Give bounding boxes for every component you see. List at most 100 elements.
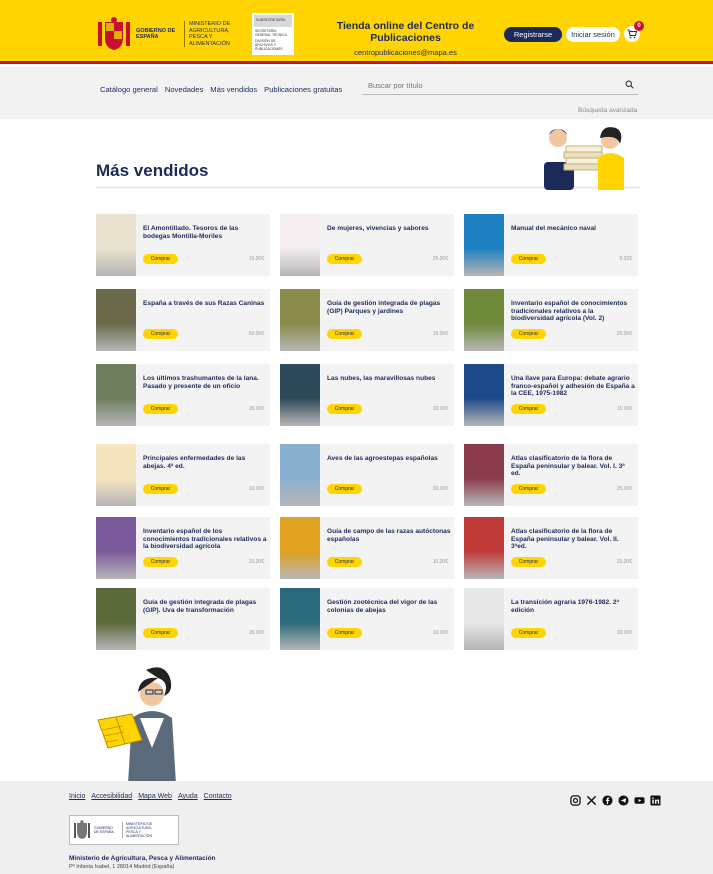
buy-button[interactable]: Comprar [511,404,546,414]
product-title[interactable]: De mujeres, vivencias y sabores [327,225,451,233]
book-cover[interactable] [280,588,320,650]
nav-item-catalogo[interactable]: Catálogo general [100,85,158,94]
buy-button[interactable]: Comprar [143,254,178,264]
product-title[interactable]: España a través de sus Razas Caninas [143,300,267,308]
product-title[interactable]: Las nubes, las maravillosas nubes [327,375,451,383]
product-title[interactable]: Guía de campo de las razas autóctonas es… [327,528,451,543]
buy-button[interactable]: Comprar [327,404,362,414]
book-cover[interactable] [464,517,504,579]
buy-button[interactable]: Comprar [143,484,178,494]
government-logo[interactable]: GOBIERNO DE ESPAÑA MINISTERIO DE AGRICUL… [96,12,328,56]
x-icon[interactable] [586,793,597,806]
nav-item-mas-vendidos[interactable]: Más vendidos [210,85,257,94]
facebook-icon[interactable] [602,793,613,806]
book-cover[interactable] [280,214,320,276]
advanced-search-link[interactable]: Búsqueda avanzada [578,107,637,114]
nav-item-novedades[interactable]: Novedades [165,85,203,94]
youtube-icon[interactable] [634,793,645,804]
buy-button[interactable]: Comprar [327,628,362,638]
buy-button[interactable]: Comprar [327,254,362,264]
product-card[interactable]: La transición agraria 1976-1982. 2ª edic… [464,588,638,650]
buy-button[interactable]: Comprar [143,404,178,414]
product-card[interactable]: Aves de las agroestepas españolas Comprar… [280,444,454,506]
footer-link-inicio[interactable]: Inicio [69,793,85,800]
product-title[interactable]: El Amontillado. Tesoros de las bodegas M… [143,225,267,240]
footer-link-ayuda[interactable]: Ayuda [178,793,198,800]
product-title[interactable]: Los últimos trashumantes de la lana. Pas… [143,375,267,390]
product-title[interactable]: La transición agraria 1976-1982. 2ª edic… [511,599,635,614]
book-cover[interactable] [96,444,136,506]
product-card[interactable]: El Amontillado. Tesoros de las bodegas M… [96,214,270,276]
nav-item-gratuitas[interactable]: Publicaciones gratuitas [264,85,342,94]
book-cover[interactable] [280,517,320,579]
product-card[interactable]: Los últimos trashumantes de la lana. Pas… [96,364,270,426]
book-cover[interactable] [464,289,504,351]
product-title[interactable]: Inventario español de conocimientos trad… [511,300,635,323]
linkedin-icon[interactable] [650,793,661,806]
book-cover[interactable] [464,214,504,276]
footer-link-accesibilidad[interactable]: Accesibilidad [91,793,132,800]
footer-link-mapa-web[interactable]: Mapa Web [138,793,172,800]
product-card[interactable]: Atlas clasificatorio de la flora de Espa… [464,517,638,579]
product-title[interactable]: Guía de gestión integrada de plagas (GIP… [143,599,267,614]
product-card[interactable]: Manual del mecánico naval Comprar 9.02€ [464,214,638,276]
product-title[interactable]: Principales enfermedades de las abejas. … [143,455,267,470]
buy-button[interactable]: Comprar [327,484,362,494]
product-card[interactable]: Inventario español de conocimientos trad… [464,289,638,351]
book-cover[interactable] [464,364,504,426]
search-input[interactable] [362,75,612,96]
footer-link-contacto[interactable]: Contacto [204,793,232,800]
sub-line-1: SECRETARÍA GENERAL TÉCNICA [255,29,287,37]
product-card[interactable]: Una llave para Europa: debate agrario fr… [464,364,638,426]
product-title[interactable]: Manual del mecánico naval [511,225,635,233]
store-email[interactable]: centropublicaciones@mapa.es [318,48,493,57]
book-cover[interactable] [96,289,136,351]
product-card[interactable]: Gestión zootécnica del vigor de las colo… [280,588,454,650]
product-card[interactable]: De mujeres, vivencias y sabores Comprar 25… [280,214,454,276]
buy-button[interactable]: Comprar [143,628,178,638]
book-cover[interactable] [464,444,504,506]
buy-button[interactable]: Comprar [327,329,362,339]
book-cover[interactable] [96,364,136,426]
product-title[interactable]: Guía de gestión integrada de plagas (GIP… [327,300,451,315]
buy-button[interactable]: Comprar [511,628,546,638]
login-button[interactable]: Iniciar sesión [566,27,620,42]
buy-button[interactable]: Comprar [511,254,546,264]
product-card[interactable]: Las nubes, las maravillosas nubes Comprar… [280,364,454,426]
buy-button[interactable]: Comprar [511,557,546,567]
book-cover[interactable] [280,444,320,506]
footer-government-logo[interactable]: GOBIERNO DE ESPAÑA MINISTERIO DE AGRICUL… [69,815,179,845]
product-card[interactable]: Atlas clasificatorio de la flora de Espa… [464,444,638,506]
buy-button[interactable]: Comprar [327,557,362,567]
product-title[interactable]: Una llave para Europa: debate agrario fr… [511,375,635,398]
buy-button[interactable]: Comprar [511,329,546,339]
instagram-icon[interactable] [570,793,581,806]
product-card[interactable]: Guía de campo de las razas autóctonas es… [280,517,454,579]
product-card[interactable]: Principales enfermedades de las abejas. … [96,444,270,506]
product-title[interactable]: Atlas clasificatorio de la flora de Espa… [511,528,635,551]
product-card[interactable]: Inventario español de los conocimientos … [96,517,270,579]
product-title[interactable]: Atlas clasificatorio de la flora de Espa… [511,455,635,478]
book-cover[interactable] [280,289,320,351]
book-cover[interactable] [280,364,320,426]
sub-line-2: DIVISIÓN DE ARCHIVOS Y PUBLICACIONES [255,39,283,51]
woman-reading-illustration [97,667,176,784]
book-cover[interactable] [96,214,136,276]
page-title: Más vendidos [96,161,209,180]
product-title[interactable]: Aves de las agroestepas españolas [327,455,451,463]
buy-button[interactable]: Comprar [511,484,546,494]
product-card[interactable]: Guía de gestión integrada de plagas (GIP… [96,588,270,650]
buy-button[interactable]: Comprar [143,329,178,339]
search-icon[interactable] [625,80,634,89]
book-cover[interactable] [96,517,136,579]
footer: Inicio Accesibilidad Mapa Web Ayuda Cont… [0,781,713,874]
product-card[interactable]: España a través de sus Razas Caninas Comp… [96,289,270,351]
register-button[interactable]: Registrarse [504,27,562,42]
product-title[interactable]: Inventario español de los conocimientos … [143,528,267,551]
product-title[interactable]: Gestión zootécnica del vigor de las colo… [327,599,451,614]
product-card[interactable]: Guía de gestión integrada de plagas (GIP… [280,289,454,351]
telegram-icon[interactable] [618,793,629,806]
book-cover[interactable] [96,588,136,650]
buy-button[interactable]: Comprar [143,557,178,567]
book-cover[interactable] [464,588,504,650]
